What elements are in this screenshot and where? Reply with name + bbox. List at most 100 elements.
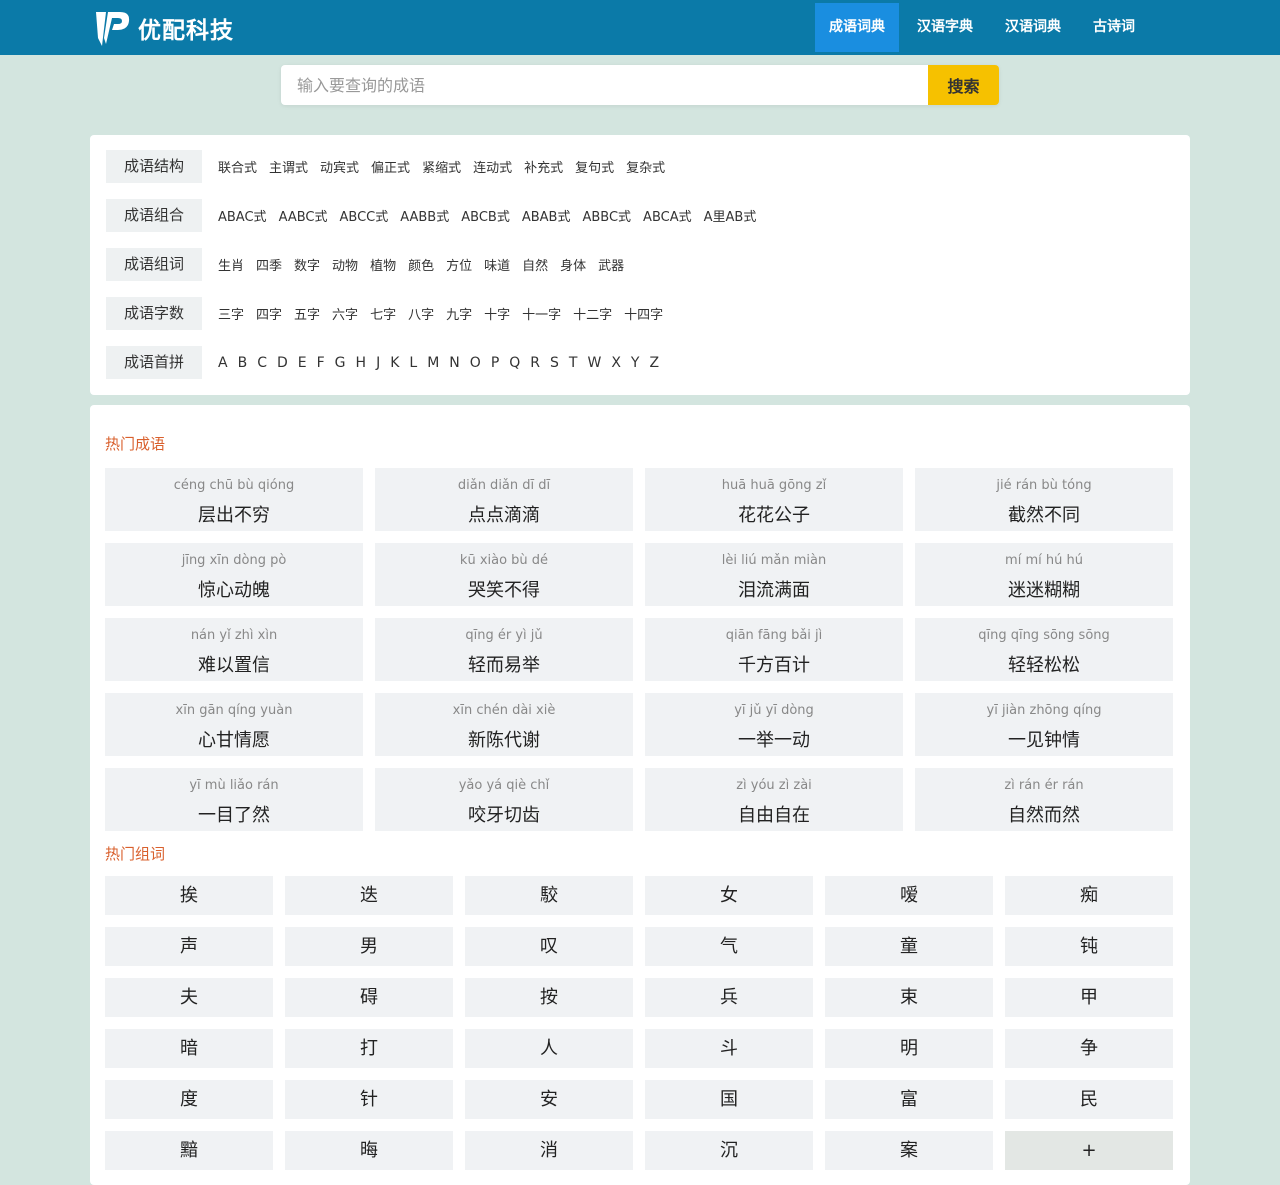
- category-link[interactable]: F: [317, 355, 325, 371]
- category-link[interactable]: B: [238, 355, 248, 371]
- category-link[interactable]: ABAB式: [522, 206, 571, 225]
- char-tile[interactable]: 打: [285, 1029, 453, 1068]
- category-link[interactable]: R: [530, 355, 540, 371]
- category-link[interactable]: Q: [509, 355, 520, 371]
- category-link[interactable]: Z: [649, 355, 659, 371]
- category-link[interactable]: T: [569, 355, 578, 371]
- category-link[interactable]: AABB式: [400, 206, 449, 225]
- category-link[interactable]: L: [409, 355, 417, 371]
- category-link[interactable]: G: [335, 355, 346, 371]
- char-tile[interactable]: 迭: [285, 876, 453, 915]
- category-link[interactable]: 连动式: [473, 157, 512, 176]
- category-link[interactable]: 八字: [408, 304, 434, 323]
- char-tile[interactable]: 挨: [105, 876, 273, 915]
- idiom-card[interactable]: qīng ér yì jǔ 轻而易举: [375, 618, 633, 681]
- char-tile[interactable]: 嗳: [825, 876, 993, 915]
- idiom-card[interactable]: huā huā gōng zǐ 花花公子: [645, 468, 903, 531]
- category-link[interactable]: 四字: [256, 304, 282, 323]
- char-tile[interactable]: 按: [465, 978, 633, 1017]
- char-tile[interactable]: 针: [285, 1080, 453, 1119]
- idiom-card[interactable]: kū xiào bù dé 哭笑不得: [375, 543, 633, 606]
- category-link[interactable]: 九字: [446, 304, 472, 323]
- idiom-card[interactable]: yǎo yá qiè chǐ 咬牙切齿: [375, 768, 633, 831]
- category-link[interactable]: 十一字: [522, 304, 561, 323]
- category-link[interactable]: 五字: [294, 304, 320, 323]
- char-tile[interactable]: 安: [465, 1080, 633, 1119]
- category-link[interactable]: Y: [631, 355, 640, 371]
- category-link[interactable]: ABCA式: [643, 206, 692, 225]
- category-link[interactable]: 颜色: [408, 255, 434, 274]
- search-input[interactable]: [281, 65, 928, 105]
- category-link[interactable]: ABAC式: [218, 206, 267, 225]
- idiom-card[interactable]: xīn gān qíng yuàn 心甘情愿: [105, 693, 363, 756]
- char-tile[interactable]: 气: [645, 927, 813, 966]
- char-tile[interactable]: 男: [285, 927, 453, 966]
- brand-logo[interactable]: 优配科技: [92, 8, 234, 48]
- nav-item-idiom-dictionary[interactable]: 成语词典: [815, 3, 899, 52]
- category-link[interactable]: P: [491, 355, 499, 371]
- category-link[interactable]: S: [550, 355, 559, 371]
- category-link[interactable]: 十四字: [624, 304, 663, 323]
- category-link[interactable]: 动物: [332, 255, 358, 274]
- idiom-card[interactable]: jié rán bù tóng 截然不同: [915, 468, 1173, 531]
- char-tile[interactable]: 夫: [105, 978, 273, 1017]
- char-tile[interactable]: 束: [825, 978, 993, 1017]
- category-link[interactable]: D: [277, 355, 288, 371]
- category-link[interactable]: ABCB式: [461, 206, 510, 225]
- more-chars-button[interactable]: +: [1005, 1131, 1173, 1170]
- category-link[interactable]: 主谓式: [269, 157, 308, 176]
- category-link[interactable]: K: [390, 355, 399, 371]
- category-link[interactable]: 十字: [484, 304, 510, 323]
- char-tile[interactable]: 声: [105, 927, 273, 966]
- category-link[interactable]: E: [298, 355, 307, 371]
- category-link[interactable]: 自然: [522, 255, 548, 274]
- category-link[interactable]: A里AB式: [704, 206, 757, 225]
- category-link[interactable]: 武器: [598, 255, 624, 274]
- char-tile[interactable]: 明: [825, 1029, 993, 1068]
- category-link[interactable]: 复杂式: [626, 157, 665, 176]
- category-link[interactable]: 数字: [294, 255, 320, 274]
- char-tile[interactable]: 兵: [645, 978, 813, 1017]
- idiom-card[interactable]: nán yǐ zhì xìn 难以置信: [105, 618, 363, 681]
- category-link[interactable]: J: [376, 355, 380, 371]
- idiom-card[interactable]: diǎn diǎn dī dī 点点滴滴: [375, 468, 633, 531]
- category-link[interactable]: 联合式: [218, 157, 257, 176]
- category-link[interactable]: H: [356, 355, 367, 371]
- char-tile[interactable]: 碍: [285, 978, 453, 1017]
- idiom-card[interactable]: yī jǔ yī dòng 一举一动: [645, 693, 903, 756]
- char-tile[interactable]: 黯: [105, 1131, 273, 1170]
- char-tile[interactable]: 暗: [105, 1029, 273, 1068]
- idiom-card[interactable]: zì yóu zì zài 自由自在: [645, 768, 903, 831]
- idiom-card[interactable]: céng chū bù qióng 层出不穷: [105, 468, 363, 531]
- nav-item-ancient-poetry[interactable]: 古诗词: [1079, 3, 1149, 52]
- category-link[interactable]: 三字: [218, 304, 244, 323]
- category-link[interactable]: 紧缩式: [422, 157, 461, 176]
- category-link[interactable]: 身体: [560, 255, 586, 274]
- char-tile[interactable]: 沉: [645, 1131, 813, 1170]
- category-link[interactable]: 六字: [332, 304, 358, 323]
- idiom-card[interactable]: yī mù liǎo rán 一目了然: [105, 768, 363, 831]
- idiom-card[interactable]: yī jiàn zhōng qíng 一见钟情: [915, 693, 1173, 756]
- idiom-card[interactable]: mí mí hú hú 迷迷糊糊: [915, 543, 1173, 606]
- char-tile[interactable]: 民: [1005, 1080, 1173, 1119]
- category-link[interactable]: 复句式: [575, 157, 614, 176]
- category-link[interactable]: 十二字: [573, 304, 612, 323]
- idiom-card[interactable]: lèi liú mǎn miàn 泪流满面: [645, 543, 903, 606]
- category-link[interactable]: 生肖: [218, 255, 244, 274]
- char-tile[interactable]: 晦: [285, 1131, 453, 1170]
- char-tile[interactable]: 甲: [1005, 978, 1173, 1017]
- idiom-card[interactable]: jīng xīn dòng pò 惊心动魄: [105, 543, 363, 606]
- char-tile[interactable]: 斗: [645, 1029, 813, 1068]
- category-link[interactable]: A: [218, 355, 228, 371]
- char-tile[interactable]: 争: [1005, 1029, 1173, 1068]
- idiom-card[interactable]: qiān fāng bǎi jì 千方百计: [645, 618, 903, 681]
- char-tile[interactable]: 駮: [465, 876, 633, 915]
- char-tile[interactable]: 国: [645, 1080, 813, 1119]
- category-link[interactable]: ABCC式: [339, 206, 388, 225]
- category-link[interactable]: 方位: [446, 255, 472, 274]
- char-tile[interactable]: 女: [645, 876, 813, 915]
- idiom-card[interactable]: qīng qīng sōng sōng 轻轻松松: [915, 618, 1173, 681]
- category-link[interactable]: O: [470, 355, 481, 371]
- char-tile[interactable]: 人: [465, 1029, 633, 1068]
- category-link[interactable]: ABBC式: [582, 206, 631, 225]
